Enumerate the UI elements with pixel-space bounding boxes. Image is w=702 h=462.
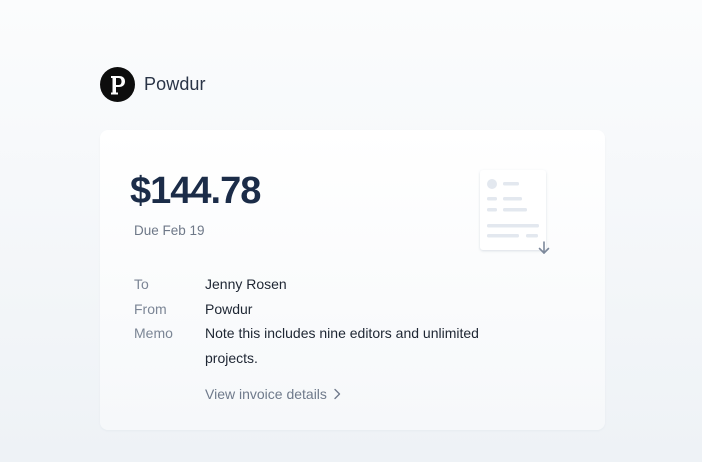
from-label: From	[134, 300, 167, 317]
due-date: Due Feb 19	[134, 223, 205, 238]
brand-name: Powdur	[144, 74, 206, 94]
chevron-right-icon	[334, 388, 341, 400]
memo-value: Note this includes nine editors and unli…	[205, 325, 479, 366]
from-row: From Powdur	[134, 297, 514, 322]
to-row: To Jenny Rosen	[134, 272, 514, 297]
memo-row: Memo Note this includes nine editors and…	[134, 321, 514, 370]
brand-header: Powdur	[100, 67, 206, 102]
invoice-card: $144.78 Due Feb 19 To Jenny Rosen From P…	[100, 130, 605, 430]
to-label: To	[134, 276, 149, 292]
powdur-logo-icon	[100, 67, 135, 102]
to-value: Jenny Rosen	[205, 276, 287, 292]
view-invoice-details-label: View invoice details	[205, 386, 327, 402]
invoice-document-icon	[478, 168, 554, 260]
from-value: Powdur	[205, 300, 253, 317]
view-invoice-details-link[interactable]: View invoice details	[205, 386, 341, 402]
memo-label: Memo	[134, 325, 173, 341]
invoice-details: To Jenny Rosen From Powdur Memo Note thi…	[134, 272, 514, 370]
invoice-amount: $144.78	[130, 170, 261, 212]
